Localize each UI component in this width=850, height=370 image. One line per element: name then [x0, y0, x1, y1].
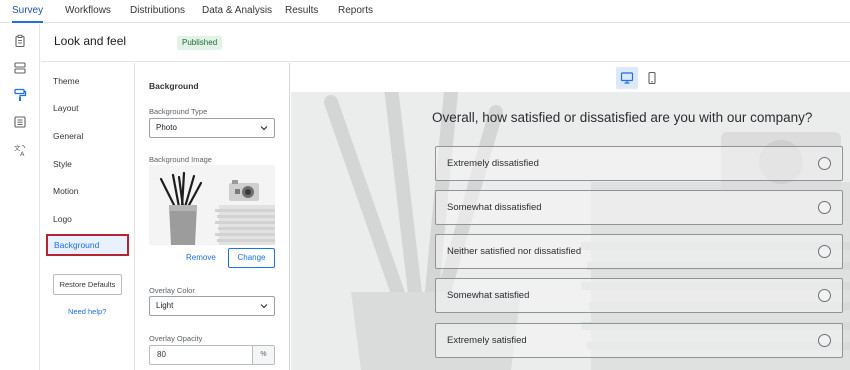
choice-option[interactable]: Neither satisfied nor dissatisfied — [435, 234, 843, 269]
page-header: Look and feel Published — [41, 24, 850, 62]
page-title: Look and feel — [54, 34, 127, 48]
top-nav: Survey Workflows Distributions Data & An… — [0, 0, 850, 23]
radio-button[interactable] — [818, 334, 831, 347]
checklist-icon[interactable] — [8, 111, 32, 133]
panel-title: Background — [149, 81, 199, 91]
tab-data-analysis[interactable]: Data & Analysis — [202, 0, 272, 23]
icon-rail: 文A — [0, 24, 40, 370]
background-image-label: Background Image — [149, 155, 212, 164]
overlay-color-label: Overlay Color — [149, 286, 195, 295]
nav-item-general[interactable]: General — [53, 131, 83, 141]
nav-item-motion[interactable]: Motion — [53, 186, 79, 196]
desktop-icon[interactable] — [616, 67, 638, 89]
choice-label: Neither satisfied nor dissatisfied — [447, 246, 582, 257]
paint-roller-icon[interactable] — [8, 84, 32, 106]
svg-text:A: A — [20, 150, 25, 157]
chevron-down-icon — [260, 126, 268, 131]
background-type-label: Background Type — [149, 107, 208, 116]
question-text: Overall, how satisfied or dissatisfied a… — [432, 110, 813, 125]
choice-label: Somewhat satisfied — [447, 290, 530, 301]
nav-item-logo[interactable]: Logo — [53, 214, 72, 224]
tab-results[interactable]: Results — [285, 0, 318, 23]
choice-option[interactable]: Extremely satisfied — [435, 323, 843, 358]
choice-label: Extremely satisfied — [447, 335, 527, 346]
restore-defaults-button[interactable]: Restore Defaults — [53, 274, 122, 295]
background-image-thumbnail — [149, 165, 275, 245]
need-help-link[interactable]: Need help? — [68, 307, 106, 316]
overlay-color-select[interactable]: Light — [149, 296, 275, 316]
chevron-down-icon — [260, 304, 268, 309]
radio-button[interactable] — [818, 201, 831, 214]
tab-workflows[interactable]: Workflows — [65, 0, 111, 23]
choice-option[interactable]: Extremely dissatisfied — [435, 146, 843, 181]
clipboard-icon[interactable] — [8, 30, 32, 52]
background-type-value: Photo — [156, 123, 177, 132]
layout-blocks-icon[interactable] — [8, 57, 32, 79]
status-badge: Published — [177, 36, 223, 50]
tab-distributions[interactable]: Distributions — [130, 0, 185, 23]
overlay-opacity-input[interactable]: 80 % — [149, 345, 275, 365]
tab-survey[interactable]: Survey — [12, 0, 44, 23]
change-image-button[interactable]: Change — [228, 248, 275, 268]
choice-label: Somewhat dissatisfied — [447, 202, 542, 213]
choice-option[interactable]: Somewhat dissatisfied — [435, 190, 843, 225]
choice-option[interactable]: Somewhat satisfied — [435, 278, 843, 313]
remove-image-button[interactable]: Remove — [186, 253, 216, 262]
radio-button[interactable] — [818, 245, 831, 258]
radio-button[interactable] — [818, 157, 831, 170]
overlay-opacity-value: 80 — [157, 350, 166, 359]
overlay-color-value: Light — [156, 301, 174, 310]
nav-item-background[interactable]: Background — [46, 234, 129, 256]
nav-item-style[interactable]: Style — [53, 159, 72, 169]
mobile-icon[interactable] — [641, 67, 663, 89]
tab-reports[interactable]: Reports — [338, 0, 373, 23]
overlay-opacity-label: Overlay Opacity — [149, 334, 203, 343]
nav-item-theme[interactable]: Theme — [53, 76, 79, 86]
background-type-select[interactable]: Photo — [149, 118, 275, 138]
translate-icon[interactable]: 文A — [8, 139, 32, 161]
settings-nav: Theme Layout General Style Motion Logo B… — [41, 63, 135, 370]
choice-label: Extremely dissatisfied — [447, 158, 539, 169]
overlay-opacity-unit: % — [252, 346, 274, 364]
radio-button[interactable] — [818, 289, 831, 302]
survey-preview: Overall, how satisfied or dissatisfied a… — [291, 63, 850, 370]
survey-canvas: Overall, how satisfied or dissatisfied a… — [291, 92, 850, 370]
background-settings-panel: Background Background Type Photo Backgro… — [136, 63, 290, 370]
nav-item-layout[interactable]: Layout — [53, 103, 79, 113]
device-toggle-bar — [291, 63, 850, 92]
